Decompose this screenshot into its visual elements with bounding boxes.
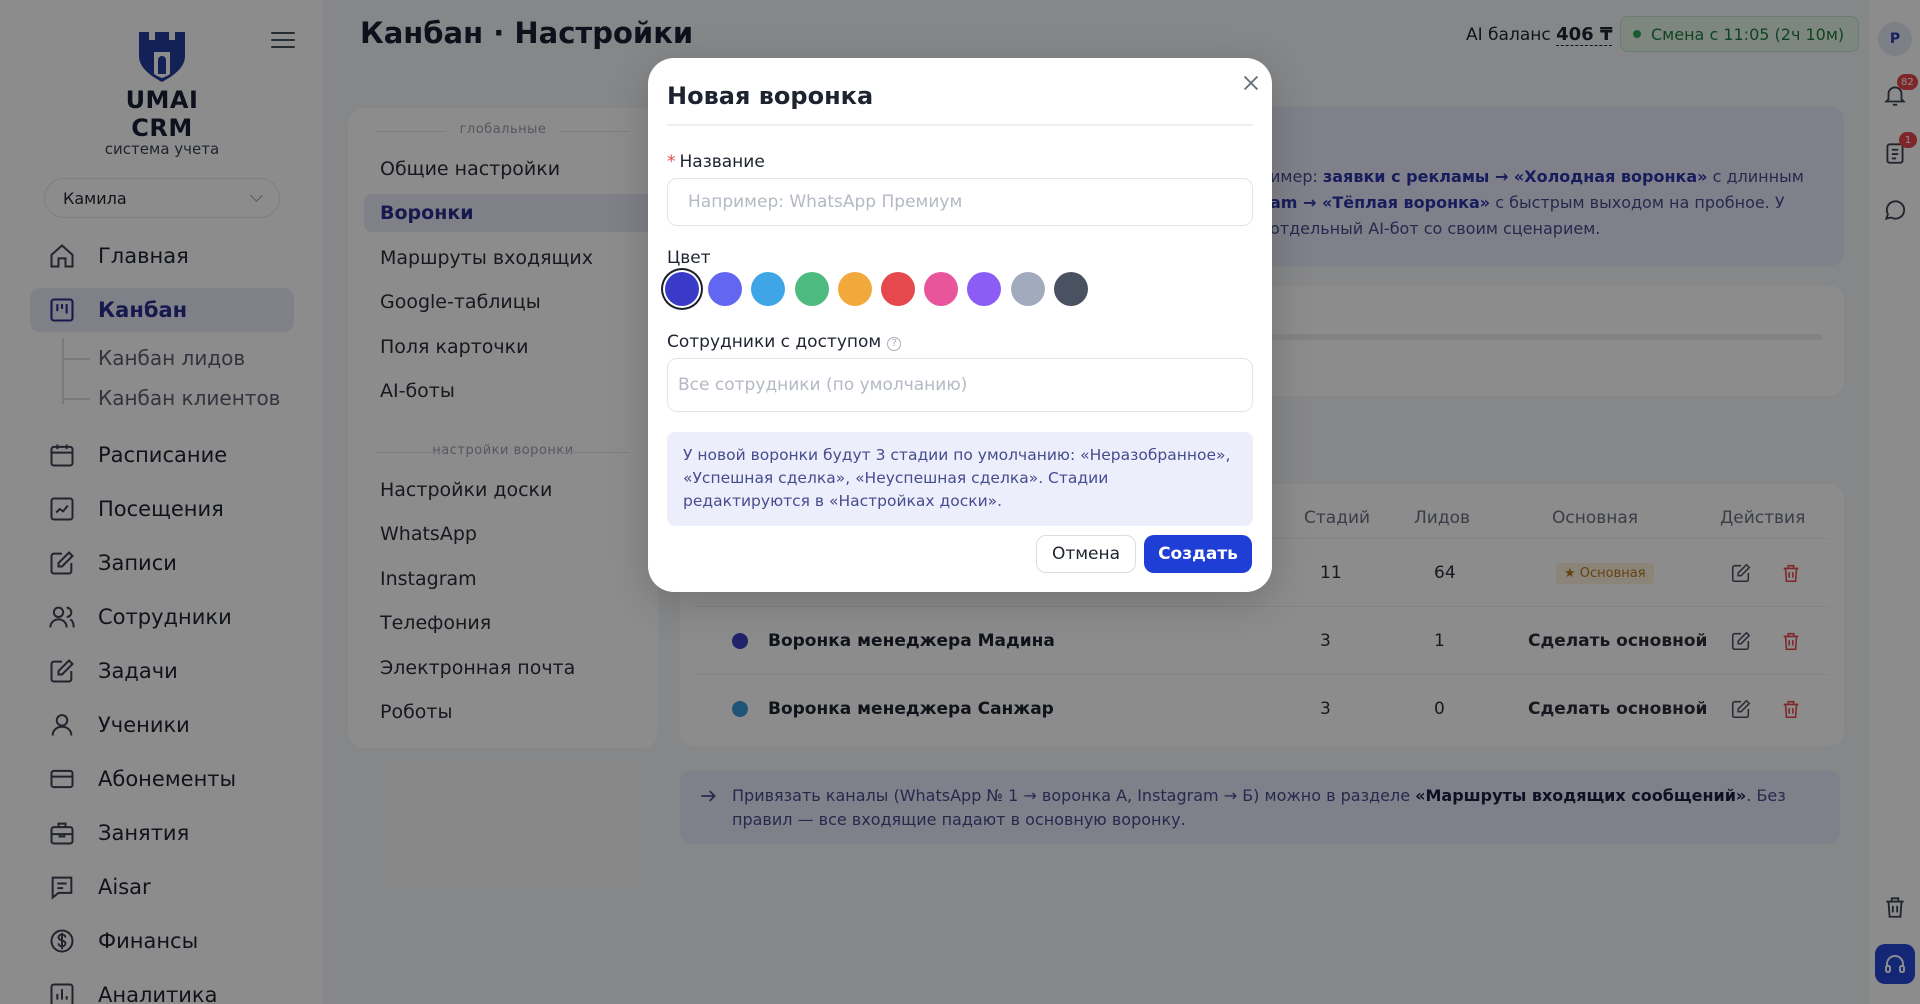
color-swatch[interactable]: [1010, 272, 1045, 306]
name-label-text: Название: [679, 152, 765, 172]
create-button[interactable]: Создать: [1144, 535, 1252, 573]
cancel-button[interactable]: Отмена: [1036, 535, 1136, 573]
close-icon[interactable]: [1240, 72, 1262, 94]
required-mark: *: [667, 152, 676, 172]
name-field-label: * Название: [667, 152, 765, 172]
color-swatch[interactable]: [967, 272, 1002, 306]
help-icon[interactable]: ?: [887, 337, 902, 351]
default-stages-info: У новой воронки будут 3 стадии по умолча…: [667, 432, 1253, 526]
color-swatch[interactable]: [837, 272, 872, 306]
color-swatch[interactable]: [665, 272, 699, 306]
modal-title: Новая воронка: [667, 82, 874, 110]
employees-access-input[interactable]: [667, 358, 1253, 412]
color-swatch[interactable]: [1053, 272, 1088, 306]
color-swatch[interactable]: [751, 272, 786, 306]
color-swatch[interactable]: [708, 272, 743, 306]
funnel-name-input[interactable]: [667, 178, 1253, 226]
color-swatch[interactable]: [881, 272, 915, 306]
color-field-label: Цвет: [667, 248, 711, 268]
color-swatch[interactable]: [794, 272, 829, 306]
new-funnel-modal: Новая воронка *Название Цвет Сотрудники …: [648, 58, 1272, 592]
access-field-label: Сотрудники с доступом?: [667, 332, 902, 352]
color-swatch[interactable]: [924, 272, 959, 306]
access-label-text: Сотрудники с доступом: [667, 332, 882, 352]
modal-divider: [667, 124, 1253, 126]
